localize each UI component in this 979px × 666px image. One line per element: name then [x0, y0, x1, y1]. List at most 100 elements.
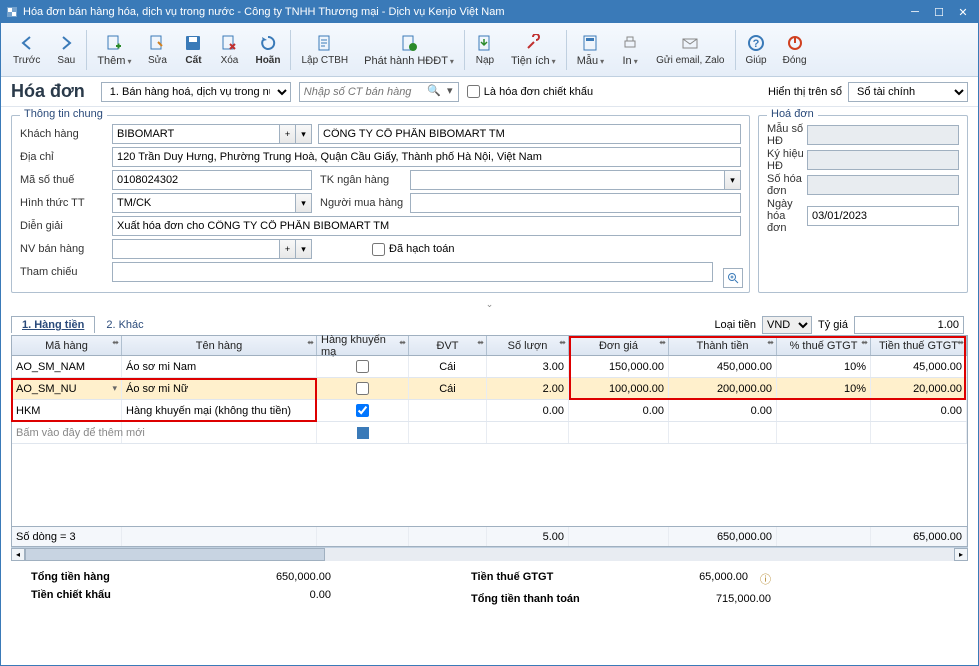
table-row[interactable]: AO_SM_NU▾ Áo sơ mi Nữ Cái2.00 100,000.00…	[12, 378, 967, 400]
invoice-info-group: Hoá đơn Mẫu số HĐ Ký hiệu HĐ Số hóa đơn …	[758, 115, 968, 293]
tienich-button[interactable]: Tiện ích▾	[503, 25, 564, 75]
power-icon	[785, 33, 805, 53]
save-icon	[183, 33, 203, 53]
invoice-legend: Hoá đơn	[767, 108, 818, 120]
exchange-rate-input[interactable]	[854, 316, 964, 334]
col-dvt: ĐVT⬌	[409, 336, 487, 355]
invoice-no-input[interactable]	[807, 175, 959, 195]
arrow-left-icon	[17, 33, 37, 53]
download-icon	[475, 33, 495, 53]
edit-button[interactable]: Sửa	[139, 25, 175, 75]
invoice-type-select[interactable]: 1. Bán hàng hoá, dịch vụ trong nước	[101, 82, 291, 102]
save-button[interactable]: Cất	[175, 25, 211, 75]
reference-input[interactable]	[112, 262, 713, 282]
horizontal-scrollbar[interactable]: ◂▸	[11, 547, 968, 561]
zoom-button[interactable]	[723, 268, 743, 288]
discount-checkbox[interactable]	[467, 85, 480, 98]
titlebar: Hóa đơn bán hàng hóa, dịch vụ trong nước…	[1, 1, 978, 23]
delete-button[interactable]: Xóa	[211, 25, 247, 75]
col-tienthue: Tiền thuế GTGT⬌	[871, 336, 967, 355]
toolbar: Trước Sau Thêm▾ Sửa Cất Xóa Hoãn Lập CTB…	[1, 23, 978, 77]
general-info-group: Thông tin chung Khách hàng + ▾ Địa chỉ M…	[11, 115, 750, 293]
help-button[interactable]: ?Giúp	[738, 25, 775, 75]
add-button[interactable]: Thêm▾	[89, 25, 139, 75]
collapse-handle[interactable]: ⌄	[1, 297, 978, 312]
general-legend: Thông tin chung	[20, 108, 107, 120]
page-title: Hóa đơn	[11, 81, 85, 102]
taxcode-input[interactable]	[112, 170, 312, 190]
svg-text:?: ?	[753, 38, 760, 50]
promo-indicator-icon	[357, 427, 369, 439]
close-button[interactable]: ✕	[952, 3, 974, 21]
minimize-button[interactable]: ─	[904, 3, 926, 21]
document-icon	[315, 33, 335, 53]
serial-input[interactable]	[807, 150, 959, 170]
promo-checkbox[interactable]	[356, 382, 369, 395]
currency-select[interactable]: VND	[762, 316, 812, 334]
col-thanhtien: Thành tiền⬌	[669, 336, 777, 355]
payment-dropdown-button[interactable]: ▾	[296, 193, 312, 213]
bank-dropdown-button[interactable]: ▾	[725, 170, 741, 190]
promo-checkbox[interactable]	[356, 360, 369, 373]
invoice-date-input[interactable]	[807, 206, 959, 226]
edit-icon	[147, 33, 167, 53]
send-button[interactable]: Gửi email, Zalo	[648, 25, 732, 75]
customer-code-input[interactable]	[112, 124, 280, 144]
customer-name-input[interactable]	[318, 124, 741, 144]
prev-button[interactable]: Trước	[5, 25, 48, 75]
next-button[interactable]: Sau	[48, 25, 84, 75]
buyer-input[interactable]	[410, 193, 741, 213]
defer-button[interactable]: Hoãn	[247, 25, 288, 75]
promo-checkbox[interactable]	[356, 404, 369, 417]
nap-button[interactable]: Nạp	[467, 25, 503, 75]
table-row[interactable]: HKMHàng khuyến mại (không thu tiền) 0.00…	[12, 400, 967, 422]
close-tool-button[interactable]: Đóng	[775, 25, 815, 75]
customer-dropdown-button[interactable]: ▾	[296, 124, 312, 144]
col-mahang: Mã hàng⬌	[12, 336, 122, 355]
grid-footer: Số dòng = 3 5.00 650,000.00 65,000.00	[12, 526, 967, 546]
tab-hangtien[interactable]: 1. Hàng tiền	[11, 316, 95, 333]
template-code-input[interactable]	[807, 125, 959, 145]
add-icon	[104, 33, 124, 53]
salesperson-dropdown-button[interactable]: ▾	[296, 239, 312, 259]
phathanh-button[interactable]: Phát hành HĐĐT▾	[356, 25, 462, 75]
customer-add-button[interactable]: +	[280, 124, 296, 144]
search-dropdown-icon[interactable]: ▾	[443, 83, 457, 99]
invoice-icon	[399, 33, 419, 53]
ledger-select[interactable]: Sổ tài chính	[848, 82, 968, 102]
search-icon[interactable]: 🔍	[427, 83, 441, 99]
description-input[interactable]	[112, 216, 741, 236]
print-button[interactable]: In▾	[612, 25, 648, 75]
mau-button[interactable]: Mẫu▾	[569, 25, 612, 75]
maximize-button[interactable]: ☐	[928, 3, 950, 21]
display-on-label: Hiển thị trên sổ	[768, 86, 842, 98]
posted-checkbox-row[interactable]: Đã hạch toán	[372, 243, 454, 256]
totals-area: Tổng tiền hàng650,000.00 Tiền chiết khấu…	[1, 561, 978, 615]
items-grid: Mã hàng⬌ Tên hàng⬌ Hàng khuyến mạ⬌ ĐVT⬌ …	[11, 336, 968, 547]
print-icon	[620, 33, 640, 53]
grid-header: Mã hàng⬌ Tên hàng⬌ Hàng khuyến mạ⬌ ĐVT⬌ …	[12, 336, 967, 356]
col-tenhang: Tên hàng⬌	[122, 336, 317, 355]
add-row-placeholder[interactable]: Bấm vào đây để thêm mới	[12, 422, 967, 444]
col-dongia: Đơn giá⬌	[569, 336, 669, 355]
salesperson-input[interactable]	[112, 239, 280, 259]
payment-method-input[interactable]	[112, 193, 296, 213]
tools-icon	[523, 33, 543, 53]
arrow-right-icon	[56, 33, 76, 53]
template-icon	[580, 33, 600, 53]
header-row: Hóa đơn 1. Bán hàng hoá, dịch vụ trong n…	[1, 77, 978, 107]
info-icon[interactable]: ⓘ	[760, 571, 771, 587]
chevron-down-icon[interactable]: ▾	[112, 383, 117, 394]
discount-checkbox-row[interactable]: Là hóa đơn chiết khấu	[467, 85, 593, 98]
address-input[interactable]	[112, 147, 741, 167]
table-row[interactable]: AO_SM_NAMÁo sơ mi Nam Cái3.00 150,000.00…	[12, 356, 967, 378]
grid-body[interactable]: AO_SM_NAMÁo sơ mi Nam Cái3.00 150,000.00…	[12, 356, 967, 526]
bank-account-input[interactable]	[410, 170, 725, 190]
salesperson-add-button[interactable]: +	[280, 239, 296, 259]
app-icon	[5, 5, 19, 19]
lapctbh-button[interactable]: Lập CTBH	[293, 25, 356, 75]
delete-icon	[219, 33, 239, 53]
window-title: Hóa đơn bán hàng hóa, dịch vụ trong nước…	[23, 6, 904, 18]
tab-khac[interactable]: 2. Khác	[95, 316, 154, 333]
col-hkm: Hàng khuyến mạ⬌	[317, 336, 409, 355]
